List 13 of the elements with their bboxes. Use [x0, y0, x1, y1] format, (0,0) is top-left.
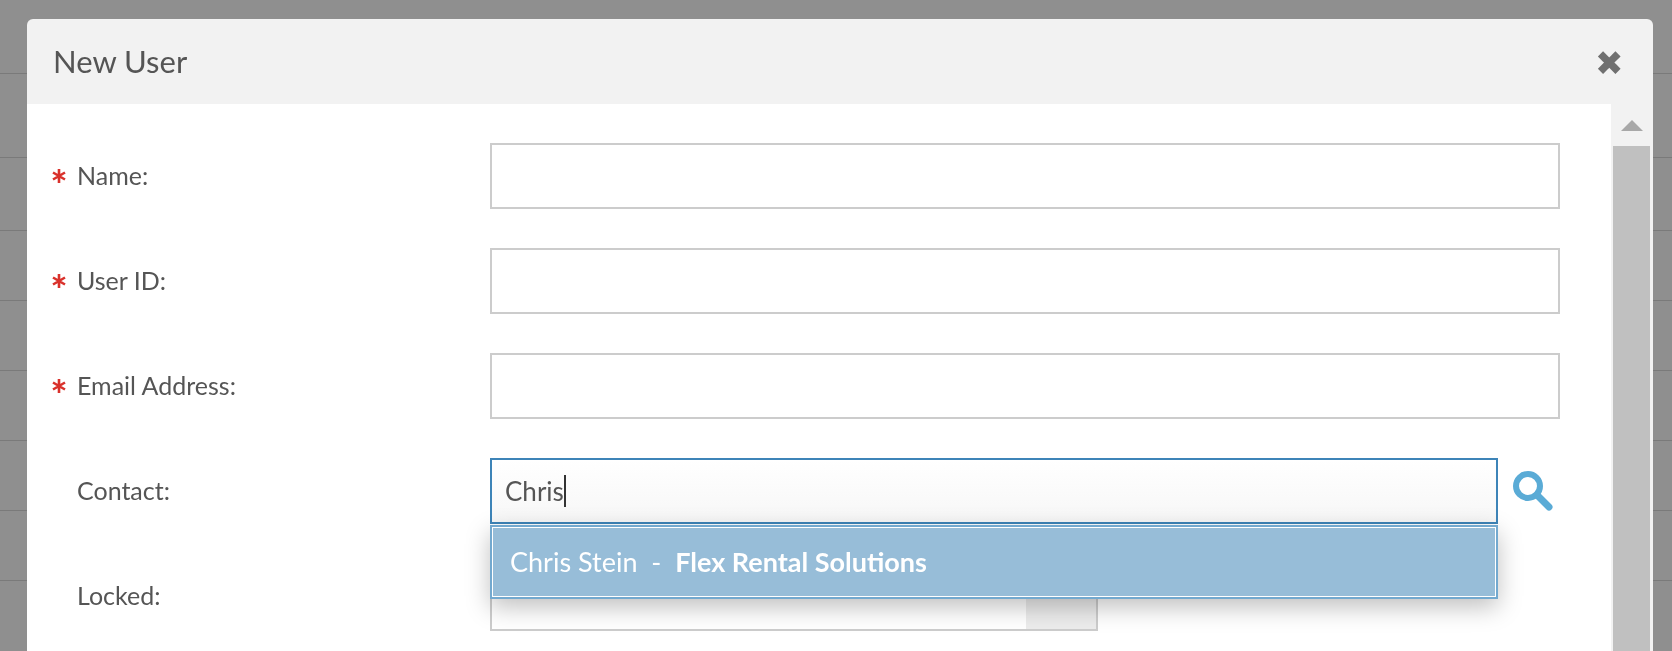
- dialog-title: New User: [53, 41, 188, 83]
- text-field[interactable]: [490, 248, 1560, 314]
- text-field[interactable]: [490, 353, 1560, 419]
- field-label: User ID:: [77, 264, 167, 298]
- field-label: Name:: [77, 159, 149, 193]
- scroll-up-icon[interactable]: [1621, 119, 1643, 131]
- text-field[interactable]: [490, 143, 1560, 209]
- close-button[interactable]: ✖: [1595, 44, 1623, 79]
- contact-field[interactable]: Chris: [490, 458, 1498, 524]
- search-icon[interactable]: [1512, 470, 1554, 512]
- field-label: Locked:: [77, 579, 161, 613]
- field-label: Email Address:: [77, 369, 236, 403]
- field-label: Contact:: [77, 474, 170, 508]
